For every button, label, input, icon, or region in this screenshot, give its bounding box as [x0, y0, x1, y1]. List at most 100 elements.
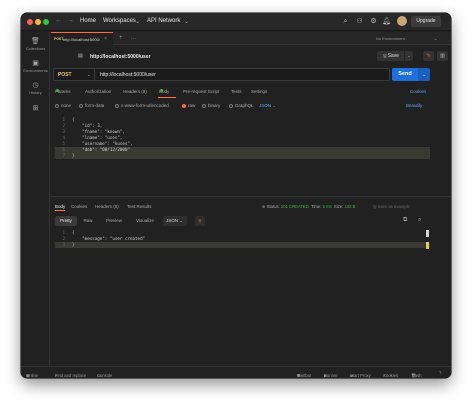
chevron-down-icon[interactable]: ⌄ — [434, 36, 437, 41]
radio-circle — [202, 103, 206, 108]
radio-label: x-www-form-urlencoded — [121, 103, 169, 108]
json-label: JSON — [259, 103, 272, 108]
radio-circle — [115, 103, 119, 108]
tab-tests[interactable]: Tests — [231, 89, 242, 94]
scrollbar-thumb[interactable] — [426, 230, 429, 237]
radio-form-data[interactable]: form-data — [79, 103, 104, 108]
edit-pencil-icon[interactable]: ✎ — [423, 51, 434, 61]
bell-icon[interactable]: 🔔︎ — [382, 17, 391, 26]
resp-tab-test-results[interactable]: Test Results — [127, 204, 152, 209]
radio-label: none — [61, 103, 72, 108]
search-icon[interactable]: ⌕ — [418, 217, 421, 224]
sidebar-item-label: Collections — [25, 46, 46, 51]
code-line-highlighted: 7} — [55, 153, 430, 159]
environment-select[interactable]: No Environment — [376, 36, 405, 41]
pane-divider[interactable] — [51, 196, 451, 197]
sidebar-item-environments[interactable]: ▣ Environments — [21, 60, 50, 73]
runner-label: Runner — [324, 373, 338, 378]
radio-binary[interactable]: binary — [202, 103, 220, 108]
back-arrow-icon[interactable]: ← — [55, 17, 62, 24]
invite-user-icon[interactable]: ⚇ — [355, 17, 364, 26]
chevron-down-icon: ⌄ — [272, 103, 277, 108]
help-icon[interactable]: ? — [439, 370, 441, 375]
preview-button[interactable]: Preview — [101, 216, 127, 226]
radio-circle — [79, 103, 83, 108]
url-row: POST ⌄ http://localhost:5000/user — [53, 68, 390, 81]
request-body-editor[interactable]: 1{ 2 "id": 3, 3 "fname": "known", 4 "lna… — [55, 117, 430, 192]
radio-raw[interactable]: raw — [182, 103, 195, 108]
method-select[interactable]: POST ⌄ — [54, 69, 95, 80]
status-dot — [56, 89, 59, 92]
request-path: http://localhost:5000/user — [90, 54, 151, 60]
postman-window: ← → Home Workspaces ⌄ API Network ⌄ ⌕ ⚇ … — [21, 13, 451, 378]
gear-icon[interactable]: ⚙ — [369, 17, 378, 26]
online-label: Online — [26, 373, 39, 378]
request-tabs-bar: POST http://localhost:5000/ × + ··· No E… — [51, 32, 451, 45]
tab-authorization[interactable]: Authorization — [85, 89, 111, 94]
close-icon[interactable]: × — [104, 36, 107, 42]
save-as-example-button[interactable]: 🖫︎ Save as example — [373, 204, 410, 211]
minimize-window-button[interactable] — [35, 19, 41, 25]
response-format-select[interactable]: JSON ⌄ — [163, 216, 187, 226]
close-window-button[interactable] — [27, 19, 33, 25]
chevron-down-icon[interactable]: ⌄ — [135, 18, 140, 25]
tab-settings[interactable]: Settings — [251, 89, 267, 94]
tab-title: http://localhost:5000/ — [63, 37, 100, 42]
postbot-label: Postbot — [297, 373, 312, 378]
beautify-button[interactable]: Beautify — [406, 103, 422, 108]
method-value: POST — [58, 72, 72, 78]
environments-icon: ▣ — [32, 60, 39, 67]
json-format-select[interactable]: JSON ⌄ — [259, 103, 276, 109]
resp-tab-body[interactable]: Body — [55, 204, 65, 209]
status-dot — [160, 89, 163, 92]
time-label: Time: — [311, 204, 322, 209]
send-dropdown-button[interactable]: ⌄ — [418, 68, 430, 81]
size-value[interactable]: 183 B — [344, 204, 355, 209]
send-button[interactable]: Send — [392, 68, 418, 81]
sidebar-item-apps[interactable]: ⊞ — [21, 105, 50, 113]
pretty-button[interactable]: Pretty — [55, 216, 77, 226]
visualize-button[interactable]: Visualize — [131, 216, 159, 226]
upgrade-button[interactable]: Upgrade — [411, 16, 441, 27]
chevron-down-icon: ⌄ — [179, 218, 184, 223]
save-dropdown-button[interactable]: ⌄ — [404, 51, 413, 61]
tab-prerequest-script[interactable]: Pre-request Script — [183, 89, 219, 94]
status-badge[interactable]: 201 CREATED — [281, 204, 309, 209]
api-network-menu[interactable]: API Network — [147, 18, 180, 24]
search-icon[interactable]: ⌕ — [341, 17, 350, 26]
apps-icon: ⊞ — [32, 105, 39, 112]
forward-arrow-icon[interactable]: → — [67, 17, 74, 24]
raw-button[interactable]: Raw — [79, 216, 97, 226]
tab-request[interactable]: POST http://localhost:5000/ × — [51, 32, 113, 45]
response-body-editor[interactable]: 1{ 2 "message": "user created" 3} — [55, 230, 430, 255]
wrap-lines-icon[interactable]: ≡ — [195, 216, 205, 226]
chevron-down-icon[interactable]: ⌄ — [184, 18, 189, 25]
size-label: Size: — [334, 204, 344, 209]
time-value[interactable]: 6 ms — [323, 204, 332, 209]
tab-headers[interactable]: Headers (8) — [123, 89, 147, 94]
avatar[interactable] — [397, 16, 407, 26]
home-link[interactable]: Home — [80, 18, 96, 24]
radio-urlencoded[interactable]: x-www-form-urlencoded — [115, 103, 169, 108]
new-tab-plus-icon[interactable]: + — [119, 35, 123, 41]
save-button[interactable]: 🖫︎ Save — [377, 51, 405, 61]
radio-graphql[interactable]: GraphQL — [229, 103, 254, 108]
resp-tab-headers[interactable]: Headers (5) — [95, 204, 119, 209]
url-input[interactable]: http://localhost:5000/user — [100, 72, 156, 78]
radio-none[interactable]: none — [55, 103, 71, 108]
radio-label: form-data — [85, 103, 105, 108]
more-icon[interactable]: ··· — [131, 36, 136, 42]
sidebar-item-label: Environments — [23, 68, 48, 73]
resp-tab-cookies[interactable]: Cookies — [71, 204, 87, 209]
sidebar-item-collections[interactable]: 🗑︎ Collections — [21, 38, 50, 51]
radio-circle — [229, 103, 233, 108]
chevron-down-icon: ⌄ — [87, 72, 91, 77]
workspaces-menu[interactable]: Workspaces — [103, 18, 136, 24]
sidebar-item-label: History — [29, 90, 42, 95]
active-tab-underline — [55, 210, 65, 211]
docs-icon[interactable]: ▥ — [437, 51, 448, 61]
cookies-link[interactable]: Cookies — [410, 89, 426, 94]
sidebar-item-history[interactable]: ◷ History — [21, 82, 50, 95]
maximize-window-button[interactable] — [43, 19, 49, 25]
copy-icon[interactable]: ⧉ — [403, 217, 407, 224]
